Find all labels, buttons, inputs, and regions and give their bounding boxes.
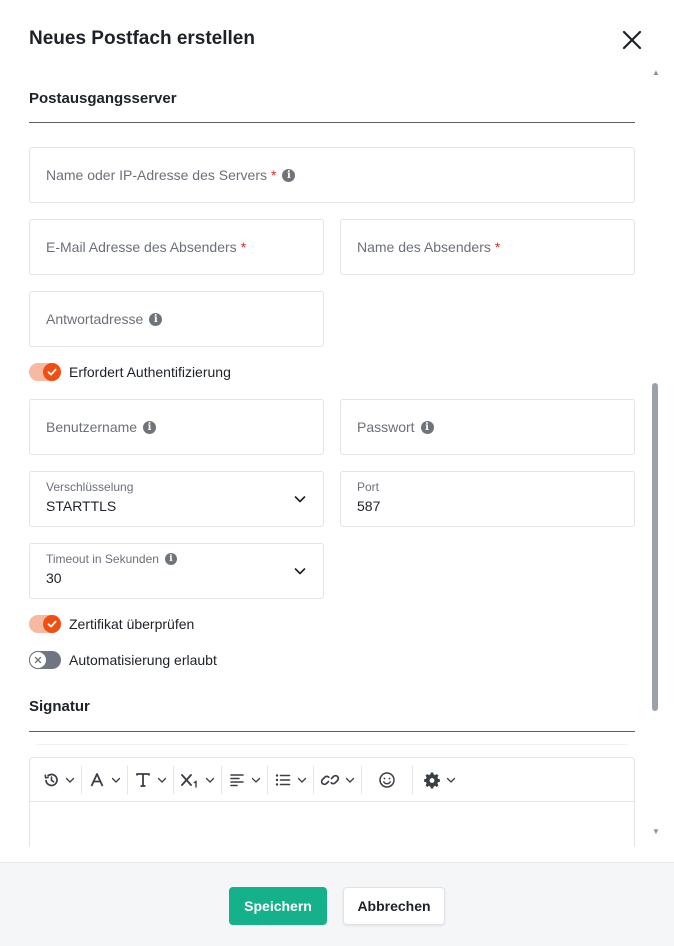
- info-icon[interactable]: i: [143, 420, 157, 434]
- save-button[interactable]: Speichern: [229, 887, 327, 925]
- port-field[interactable]: Port 587: [340, 471, 635, 527]
- auth-toggle-label: Erfordert Authentifizierung: [69, 364, 231, 380]
- sender-email-field[interactable]: E-Mail Adresse des Absenders *: [29, 219, 324, 275]
- required-marker: *: [494, 239, 501, 255]
- chevron-down-icon: [65, 777, 75, 783]
- chevron-down-icon: [111, 777, 121, 783]
- encryption-label: Verschlüsselung: [46, 480, 134, 494]
- cancel-button[interactable]: Abbrechen: [343, 887, 445, 925]
- automation-toggle-row[interactable]: Automatisierung erlaubt: [29, 651, 217, 669]
- section-divider: [29, 122, 635, 123]
- settings-gear-icon: [424, 772, 440, 788]
- x-icon: [34, 656, 42, 664]
- info-icon[interactable]: i: [164, 553, 177, 565]
- align-button[interactable]: [222, 766, 267, 794]
- auth-toggle-row[interactable]: Erfordert Authentifizierung: [29, 363, 231, 381]
- chevron-down-icon[interactable]: [293, 564, 307, 578]
- list-button[interactable]: [268, 766, 313, 794]
- port-label: Port: [357, 480, 380, 494]
- required-marker: *: [240, 239, 247, 255]
- chevron-down-icon: [345, 777, 355, 783]
- close-icon[interactable]: [619, 27, 645, 53]
- reply-to-placeholder: Antwortadresse: [46, 311, 144, 327]
- auth-toggle[interactable]: [29, 363, 61, 381]
- dialog-title: Neues Postfach erstellen: [29, 28, 255, 49]
- timeout-label: Timeout in Sekunden: [46, 552, 159, 566]
- text-size-icon: [136, 772, 150, 787]
- editor-top-border: [37, 744, 627, 745]
- automation-toggle-label: Automatisierung erlaubt: [69, 652, 217, 668]
- scroll-down-arrow-icon[interactable]: ▼: [652, 828, 660, 836]
- settings-button[interactable]: [413, 766, 462, 794]
- subscript-button[interactable]: [174, 766, 221, 794]
- encryption-value: STARTTLS: [46, 498, 117, 514]
- reply-to-field[interactable]: Antwortadresse i: [29, 291, 324, 347]
- server-placeholder: Name oder IP-Adresse des Servers: [46, 167, 267, 183]
- password-placeholder: Passwort: [357, 419, 415, 435]
- dialog-footer: [0, 862, 674, 946]
- scroll-up-arrow-icon[interactable]: ▲: [652, 69, 660, 77]
- history-icon: [44, 773, 58, 786]
- subscript-icon: [181, 773, 197, 788]
- verify-cert-toggle-label: Zertifikat überprüfen: [69, 616, 195, 632]
- chevron-down-icon[interactable]: [293, 492, 307, 506]
- info-icon[interactable]: i: [282, 168, 296, 182]
- signature-editor[interactable]: [29, 757, 635, 847]
- automation-toggle[interactable]: [29, 651, 61, 669]
- encryption-select[interactable]: Verschlüsselung STARTTLS: [29, 471, 324, 527]
- verify-cert-toggle[interactable]: [29, 615, 61, 633]
- link-icon: [320, 774, 340, 785]
- chevron-down-icon: [446, 777, 456, 783]
- section-title-outgoing-server: Postausgangsserver: [29, 90, 177, 107]
- required-marker: *: [270, 167, 277, 183]
- text-size-button[interactable]: [128, 766, 173, 794]
- timeout-select[interactable]: Timeout in Sekunden i 30: [29, 543, 324, 599]
- check-icon: [47, 620, 57, 628]
- verify-cert-toggle-row[interactable]: Zertifikat überprüfen: [29, 615, 194, 633]
- scrollbar-thumb[interactable]: [652, 383, 658, 711]
- sender-name-field[interactable]: Name des Absenders *: [340, 219, 635, 275]
- font-color-button[interactable]: [82, 766, 127, 794]
- font-color-icon: [90, 772, 104, 786]
- chevron-down-icon: [157, 777, 167, 783]
- emoji-icon: [379, 771, 395, 788]
- editor-toolbar: [30, 758, 634, 802]
- info-icon[interactable]: i: [420, 420, 434, 434]
- close-button[interactable]: [619, 27, 645, 53]
- password-field[interactable]: Passwort i: [340, 399, 635, 455]
- align-left-icon: [230, 773, 244, 786]
- check-icon: [47, 368, 57, 376]
- bullet-list-icon: [275, 773, 291, 786]
- chevron-down-icon: [251, 777, 261, 783]
- sender-name-placeholder: Name des Absenders: [357, 239, 491, 255]
- info-icon[interactable]: i: [149, 312, 163, 326]
- emoji-button[interactable]: [362, 766, 412, 794]
- history-button[interactable]: [36, 766, 81, 794]
- section-divider: [29, 731, 635, 732]
- sender-email-placeholder: E-Mail Adresse des Absenders: [46, 239, 237, 255]
- server-field[interactable]: Name oder IP-Adresse des Servers * i: [29, 147, 635, 203]
- username-placeholder: Benutzername: [46, 419, 138, 435]
- username-field[interactable]: Benutzername i: [29, 399, 324, 455]
- chevron-down-icon: [205, 777, 215, 783]
- section-title-signature: Signatur: [29, 698, 90, 715]
- port-value: 587: [357, 498, 381, 514]
- timeout-value: 30: [46, 570, 62, 586]
- chevron-down-icon: [297, 777, 307, 783]
- link-button[interactable]: [314, 766, 361, 794]
